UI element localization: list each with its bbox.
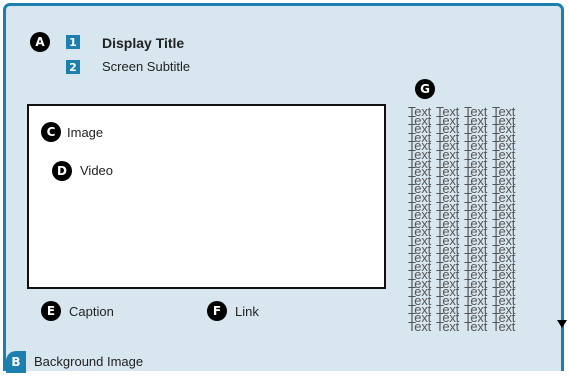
marker-b: B (6, 351, 26, 373)
marker-a: A (30, 32, 50, 52)
caption-label: Caption (69, 304, 114, 319)
text-word: Text (464, 318, 488, 334)
marker-g: G (415, 79, 435, 99)
screen-subtitle: Screen Subtitle (102, 59, 191, 74)
marker-f: F (207, 301, 227, 321)
link-label[interactable]: Link (235, 304, 259, 319)
marker-c: C (41, 122, 61, 142)
background-image-label: Background Image (34, 354, 144, 369)
marker-d: D (52, 161, 72, 181)
text-word: Text (436, 318, 460, 334)
body-text-block: Text Text Text Text Text Text Text Text Text Text… (408, 105, 553, 333)
text-row: Text Text Text Text (408, 320, 553, 333)
marker-1: 1 (66, 35, 80, 49)
scroll-down-arrow-icon[interactable] (557, 320, 567, 328)
marker-2: 2 (66, 60, 80, 74)
text-word: Text (492, 318, 516, 334)
display-title: Display Title (102, 35, 185, 51)
image-label: Image (67, 125, 104, 140)
text-word: Text (408, 318, 432, 334)
marker-e: E (41, 301, 61, 321)
video-label: Video (80, 163, 114, 178)
